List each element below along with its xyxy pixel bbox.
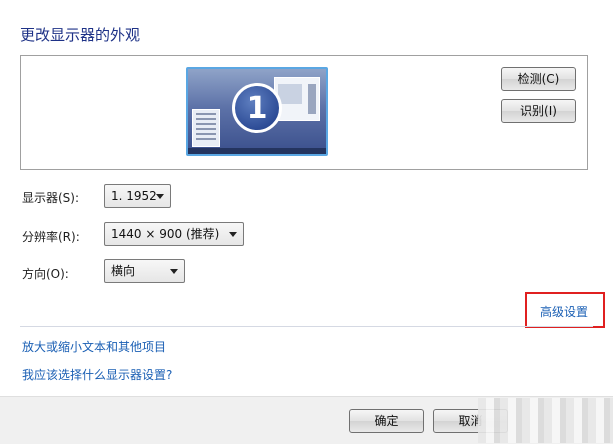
orientation-select-value: 横向	[111, 264, 136, 278]
mini-window-left	[192, 109, 220, 147]
which-settings-link[interactable]: 我应该选择什么显示器设置?	[22, 366, 172, 383]
resolution-select-value: 1440 × 900 (推荐)	[111, 227, 220, 241]
ok-button[interactable]: 确定	[349, 409, 424, 433]
identify-button[interactable]: 识别(I)	[501, 99, 576, 123]
monitor-number-badge: 1	[232, 83, 282, 133]
page-title: 更改显示器的外观	[20, 26, 141, 44]
mini-taskbar	[188, 148, 326, 154]
display-select[interactable]: 1. 1952	[104, 184, 171, 208]
display-label: 显示器(S):	[22, 191, 80, 205]
advanced-settings-link[interactable]: 高级设置	[540, 303, 588, 320]
orientation-select[interactable]: 横向	[104, 259, 185, 283]
monitor-1-thumbnail[interactable]: 1	[186, 67, 328, 156]
divider	[20, 326, 593, 327]
chevron-down-icon	[170, 269, 178, 274]
detect-button[interactable]: 检测(C)	[501, 67, 576, 91]
resolution-select[interactable]: 1440 × 900 (推荐)	[104, 222, 244, 246]
display-select-value: 1. 1952	[111, 189, 157, 203]
blurred-region	[478, 398, 613, 443]
chevron-down-icon	[229, 232, 237, 237]
orientation-label: 方向(O):	[22, 267, 69, 281]
text-size-link[interactable]: 放大或缩小文本和其他项目	[22, 338, 166, 355]
chevron-down-icon	[156, 194, 164, 199]
resolution-label: 分辨率(R):	[22, 230, 80, 244]
